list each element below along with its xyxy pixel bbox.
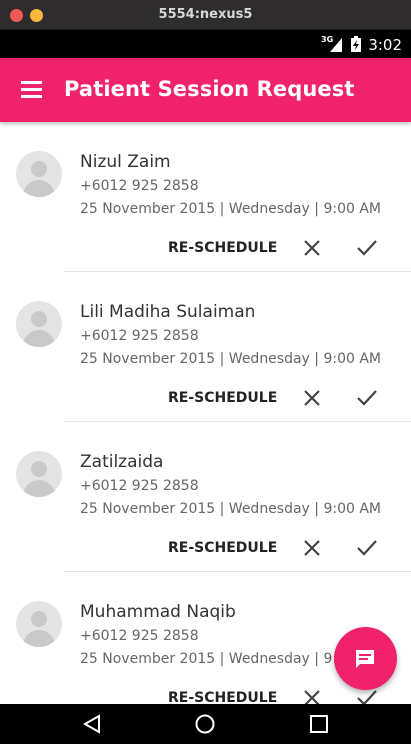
session-datetime: 25 November 2015 | Wednesday | 9:00 AM — [80, 351, 382, 367]
status-time: 3:02 — [368, 36, 402, 54]
reschedule-button[interactable]: RE-SCHEDULE — [168, 540, 277, 556]
reschedule-button[interactable]: RE-SCHEDULE — [168, 390, 277, 406]
list-item: Lili Madiha Sulaiman +6012 925 2858 25 N… — [0, 272, 411, 422]
patient-phone: +6012 925 2858 — [80, 178, 199, 194]
list-item: Zatilzaida +6012 925 2858 25 November 20… — [0, 422, 411, 572]
chat-message-icon — [356, 650, 374, 668]
avatar — [16, 451, 62, 497]
patient-name: Nizul Zaim — [80, 152, 171, 172]
new-message-fab-button[interactable] — [334, 627, 397, 690]
navigation-bar — [0, 704, 411, 744]
list-item: Nizul Zaim +6012 925 2858 25 November 20… — [0, 122, 411, 272]
reject-close-icon[interactable] — [302, 388, 322, 408]
accept-check-icon[interactable] — [356, 538, 378, 558]
session-datetime: 25 November 2015 | Wednesday | 9:00 AM — [80, 201, 382, 217]
reject-close-icon[interactable] — [302, 688, 322, 704]
accept-check-icon[interactable] — [356, 388, 378, 408]
status-bar: 3G 3:02 — [0, 30, 411, 58]
accept-check-icon[interactable] — [356, 688, 378, 704]
patient-phone: +6012 925 2858 — [80, 478, 199, 494]
home-icon[interactable] — [194, 713, 216, 735]
recents-icon[interactable] — [309, 714, 329, 734]
patient-phone: +6012 925 2858 — [80, 328, 199, 344]
avatar — [16, 151, 62, 197]
app-bar: Patient Session Request — [0, 58, 411, 122]
patient-phone: +6012 925 2858 — [80, 628, 199, 644]
accept-check-icon[interactable] — [356, 238, 378, 258]
session-request-list[interactable]: Nizul Zaim +6012 925 2858 25 November 20… — [0, 122, 411, 704]
patient-name: Muhammad Naqib — [80, 602, 236, 622]
window-titlebar: 5554:nexus5 — [0, 0, 411, 30]
avatar — [16, 601, 62, 647]
signal-icon — [330, 38, 342, 52]
reschedule-button[interactable]: RE-SCHEDULE — [168, 240, 277, 256]
reject-close-icon[interactable] — [302, 238, 322, 258]
battery-icon — [351, 36, 361, 52]
reject-close-icon[interactable] — [302, 538, 322, 558]
patient-name: Lili Madiha Sulaiman — [80, 302, 256, 322]
patient-name: Zatilzaida — [80, 452, 164, 472]
back-icon[interactable] — [82, 714, 102, 734]
reschedule-button[interactable]: RE-SCHEDULE — [168, 690, 277, 704]
session-datetime: 25 November 2015 | Wednesday | 9:00 AM — [80, 501, 382, 517]
page-title: Patient Session Request — [64, 77, 355, 101]
hamburger-menu-icon[interactable] — [20, 79, 44, 101]
avatar — [16, 301, 62, 347]
window-title: 5554:nexus5 — [158, 7, 253, 22]
